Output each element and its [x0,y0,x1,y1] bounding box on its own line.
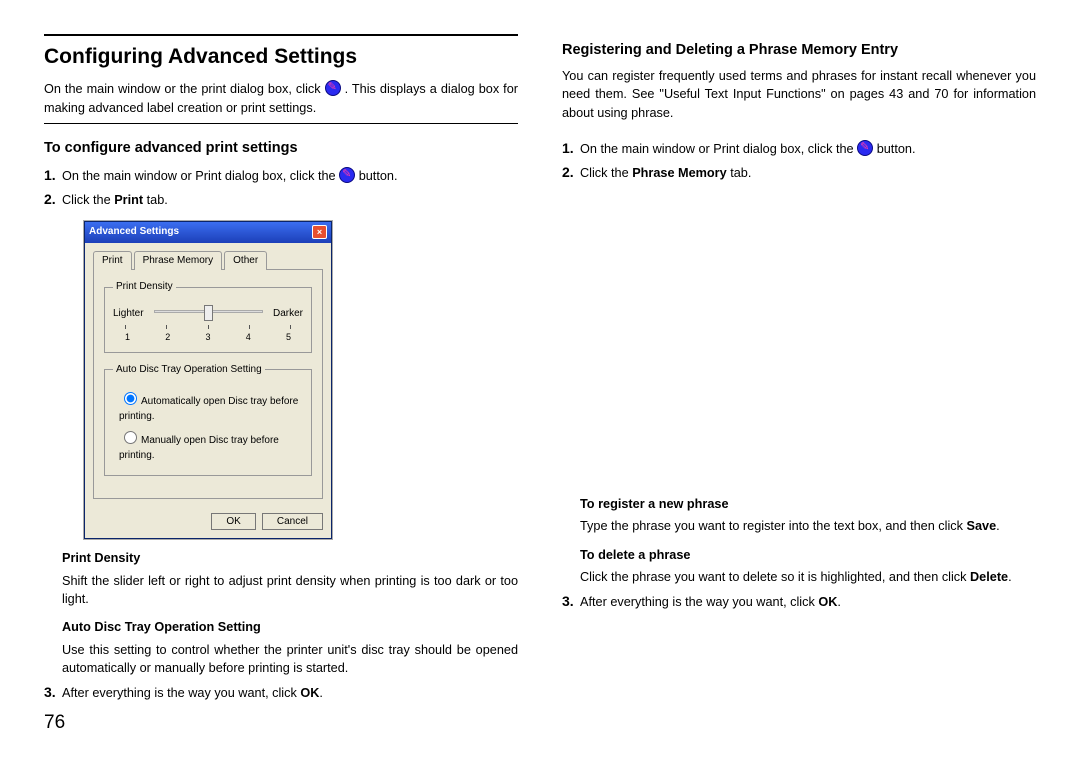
tray-heading: Auto Disc Tray Operation Setting [62,618,518,636]
text: On the main window or the print dialog b… [44,82,325,96]
step-text: On the main window or Print dialog box, … [62,167,518,185]
section-heading: Configuring Advanced Settings [44,42,518,72]
page-number: 76 [44,712,65,734]
text: . [996,519,1000,533]
text: Click the [62,193,114,207]
label-darker: Darker [273,307,303,322]
step-number: 2. [562,162,576,182]
tick-labels: 1 2 3 4 5 [125,331,291,344]
text: Click the [580,166,632,180]
dialog-titlebar: Advanced Settings × [85,222,331,243]
tab-print[interactable]: Print [93,251,132,271]
bold-word: Delete [970,570,1008,584]
step-text: On the main window or Print dialog box, … [580,140,1036,158]
radio-auto-open[interactable]: Automatically open Disc tray before prin… [119,389,303,424]
radio-input[interactable] [124,392,137,405]
text: After everything is the way you want, cl… [62,686,300,700]
text: Click the phrase you want to delete so i… [580,570,970,584]
step-number: 1. [562,138,576,158]
rule [44,123,518,124]
cancel-button[interactable]: Cancel [262,513,323,530]
text: button. [877,142,916,156]
delete-body: Click the phrase you want to delete so i… [580,568,1036,586]
register-body: Type the phrase you want to register int… [580,517,1036,535]
bold-word: OK [300,686,319,700]
step-2: 2. Click the Print tab. [44,189,518,209]
text: After everything is the way you want, cl… [580,595,818,609]
advanced-settings-dialog: Advanced Settings × Print Phrase Memory … [84,221,332,539]
step-3: 3. After everything is the way you want,… [562,591,1036,611]
step-text: After everything is the way you want, cl… [580,593,1036,611]
settings-icon [339,167,355,183]
print-density-group: Print Density Lighter Darker [104,280,312,353]
tab-other[interactable]: Other [224,251,267,271]
subheading: Registering and Deleting a Phrase Memory… [562,40,1036,61]
text: On the main window or Print dialog box, … [580,142,857,156]
delete-heading: To delete a phrase [580,546,1036,564]
radio-input[interactable] [124,431,137,444]
legend: Print Density [113,280,176,295]
step-number: 3. [562,591,576,611]
density-slider[interactable] [150,305,267,325]
step-2: 2. Click the Phrase Memory tab. [562,162,1036,182]
text: . [837,595,841,609]
step-text: Click the Print tab. [62,191,518,209]
step-number: 2. [44,189,58,209]
tick: 3 [205,331,210,344]
intro-text: You can register frequently used terms a… [562,67,1036,122]
tick: 1 [125,331,130,344]
intro-text: On the main window or the print dialog b… [44,80,518,117]
text: . [319,686,323,700]
register-heading: To register a new phrase [580,495,1036,513]
tab-phrase-memory[interactable]: Phrase Memory [134,251,223,271]
step-1: 1. On the main window or Print dialog bo… [562,138,1036,158]
dialog-screenshot: Advanced Settings × Print Phrase Memory … [84,221,332,539]
text: tab. [727,166,752,180]
settings-icon [857,140,873,156]
step-text: Click the Phrase Memory tab. [580,164,1036,182]
close-icon[interactable]: × [312,225,327,239]
tray-setting-group: Auto Disc Tray Operation Setting Automat… [104,363,312,477]
print-density-heading: Print Density [62,549,518,567]
right-column: Registering and Deleting a Phrase Memory… [562,34,1036,742]
step-3: 3. After everything is the way you want,… [44,682,518,702]
tick: 5 [286,331,291,344]
ok-button[interactable]: OK [211,513,255,530]
bold-word: Phrase Memory [632,166,727,180]
text: tab. [143,193,168,207]
legend: Auto Disc Tray Operation Setting [113,363,265,378]
spacer [562,185,1036,485]
step-number: 3. [44,682,58,702]
text: button. [359,169,398,183]
rule [44,34,518,36]
print-density-body: Shift the slider left or right to adjust… [62,572,518,609]
label-lighter: Lighter [113,307,144,322]
tick: 4 [246,331,251,344]
radio-label: Manually open Disc tray before printing. [119,435,279,461]
bold-word: Save [967,519,997,533]
tick: 2 [165,331,170,344]
step-1: 1. On the main window or Print dialog bo… [44,165,518,185]
tab-strip: Print Phrase Memory Other [93,251,323,271]
settings-icon [325,80,341,96]
radio-manual-open[interactable]: Manually open Disc tray before printing. [119,428,303,463]
subheading: To configure advanced print settings [44,138,518,159]
tab-panel: Print Density Lighter Darker [93,269,323,499]
step-number: 1. [44,165,58,185]
text: Type the phrase you want to register int… [580,519,967,533]
left-column: Configuring Advanced Settings On the mai… [44,34,518,742]
text: . [1008,570,1012,584]
bold-word: OK [818,595,837,609]
dialog-title-text: Advanced Settings [89,225,179,240]
radio-label: Automatically open Disc tray before prin… [119,396,298,422]
bold-word: Print [114,193,143,207]
step-text: After everything is the way you want, cl… [62,684,518,702]
tray-body: Use this setting to control whether the … [62,641,518,678]
text: On the main window or Print dialog box, … [62,169,339,183]
